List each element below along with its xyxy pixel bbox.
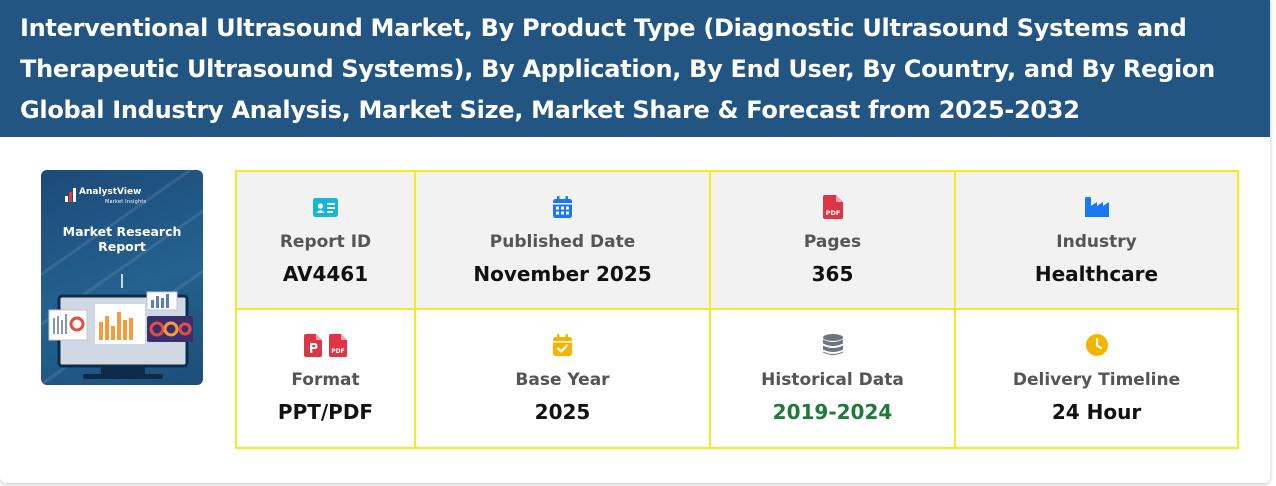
detail-cell-industry: Industry Healthcare	[954, 170, 1239, 310]
report-title: Interventional Ultrasound Market, By Pro…	[20, 14, 1215, 124]
cover-title: Market Research Report	[62, 224, 182, 254]
report-cover-image: AnalystView Market Insights Market Resea…	[41, 170, 203, 385]
report-details-table: Report ID AV4461 Published Date November…	[235, 170, 1239, 449]
cover-illustration	[48, 274, 193, 379]
pdf-file-icon: PDF	[329, 333, 347, 357]
svg-text:PDF: PDF	[331, 348, 344, 355]
delivery-timeline-label: Delivery Timeline	[1012, 370, 1181, 390]
pages-value: 365	[811, 262, 854, 286]
base-year-value: 2025	[534, 400, 591, 424]
historical-data-label: Historical Data	[761, 370, 904, 390]
database-icon	[822, 334, 843, 355]
format-value: PPT/PDF	[277, 400, 374, 424]
cover-brand-name: AnalystView	[79, 187, 142, 197]
pdf-file-icon: PDF	[822, 195, 843, 219]
base-year-label: Base Year	[515, 370, 610, 390]
ppt-file-icon	[304, 333, 322, 357]
cover-brand-logo: AnalystView Market Insights	[65, 187, 147, 207]
pages-label: Pages	[803, 232, 862, 252]
report-id-label: Report ID	[279, 232, 372, 252]
published-date-value: November 2025	[473, 262, 652, 286]
detail-cell-published-date: Published Date November 2025	[414, 170, 711, 310]
detail-cell-delivery-timeline: Delivery Timeline 24 Hour	[954, 308, 1239, 449]
report-id-value: AV4461	[282, 262, 369, 286]
delivery-timeline-value: 24 Hour	[1051, 400, 1142, 424]
published-date-label: Published Date	[489, 232, 636, 252]
detail-cell-format: PDF Format PPT/PDF	[235, 308, 416, 449]
industry-label: Industry	[1056, 232, 1137, 252]
svg-text:PDF: PDF	[825, 209, 840, 217]
brand-mark-icon	[65, 188, 76, 202]
calendar-check-icon	[553, 334, 572, 356]
format-label: Format	[291, 370, 360, 390]
detail-cell-report-id: Report ID AV4461	[235, 170, 416, 310]
historical-data-value: 2019-2024	[772, 400, 893, 424]
report-card: Interventional Ultrasound Market, By Pro…	[0, 0, 1270, 483]
clock-icon	[1085, 334, 1108, 356]
id-card-icon	[313, 197, 338, 217]
detail-cell-pages: PDF Pages 365	[709, 170, 956, 310]
detail-cell-historical-data: Historical Data 2019-2024	[709, 308, 956, 449]
industry-value: Healthcare	[1034, 262, 1159, 286]
detail-cell-base-year: Base Year 2025	[414, 308, 711, 449]
report-title-banner: Interventional Ultrasound Market, By Pro…	[0, 0, 1270, 137]
cover-brand-subtitle: Market Insights	[105, 199, 147, 205]
calendar-icon	[553, 196, 572, 218]
industry-icon	[1084, 197, 1109, 217]
